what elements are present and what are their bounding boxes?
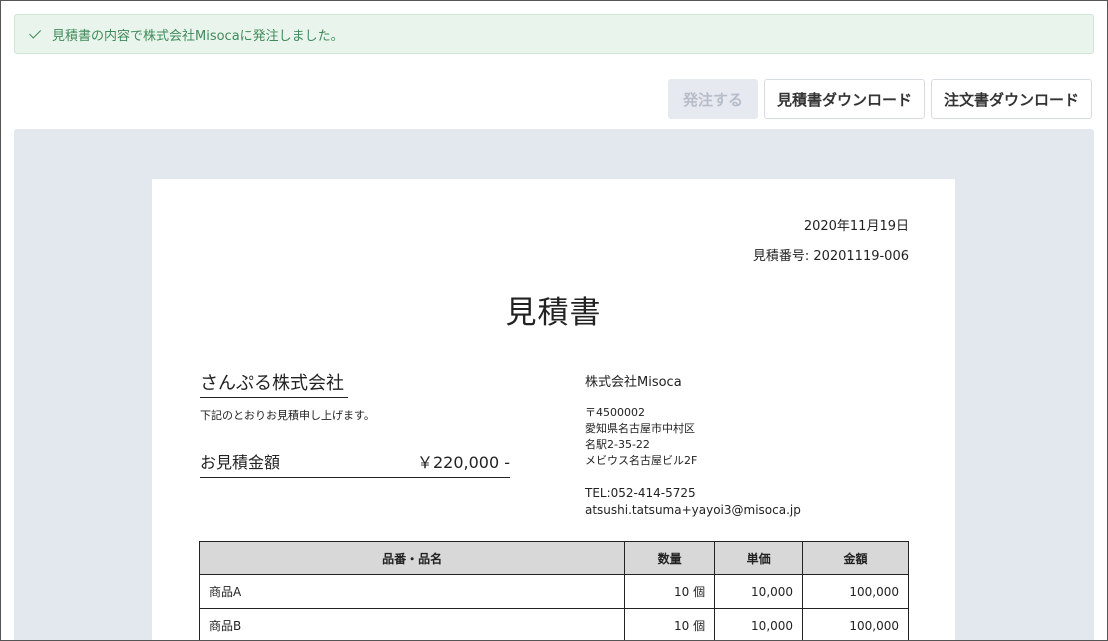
table-header-row: 品番・品名 数量 単価 金額 (198, 541, 909, 575)
issuer-name: 株式会社Misoca (585, 375, 682, 390)
download-order-button[interactable]: 注文書ダウンロード (930, 79, 1092, 119)
issuer-contact: TEL:052-414-5725 atsushi.tatsuma+yayoi3@… (585, 485, 801, 519)
cell-amount: 100,000 (802, 574, 909, 609)
app-frame: 見積書の内容で株式会社Misocaに発注しました。 発注する 見積書ダウンロード… (0, 0, 1108, 641)
estimate-number: 見積番号: 20201119-006 (752, 249, 909, 264)
table-row: 商品A 10 個 10,000 100,000 (198, 574, 909, 609)
cell-item-name: 商品B (198, 608, 626, 640)
download-estimate-button[interactable]: 見積書ダウンロード (763, 79, 925, 119)
cell-unit-price: 10,000 (714, 574, 804, 609)
cell-amount: 100,000 (802, 608, 909, 640)
issuer-tel: TEL:052-414-5725 (585, 486, 696, 500)
success-alert: 見積書の内容で株式会社Misocaに発注しました。 (14, 14, 1094, 54)
cell-item-name: 商品A (198, 574, 626, 609)
header-amount: 金額 (802, 541, 909, 575)
cell-quantity: 10 個 (624, 574, 716, 609)
items-table: 品番・品名 数量 単価 金額 商品A 10 個 10,000 100,000 商… (198, 541, 909, 640)
header-unit-price: 単価 (714, 541, 804, 575)
alert-message: 見積書の内容で株式会社Misocaに発注しました。 (52, 28, 344, 44)
cell-unit-price: 10,000 (714, 608, 804, 640)
document-title: 見積書 (505, 295, 602, 331)
estimate-paper: 2020年11月19日 見積番号: 20201119-006 見積書 さんぷる株… (152, 179, 955, 640)
check-icon (29, 26, 42, 39)
document-viewer[interactable]: 2020年11月19日 見積番号: 20201119-006 見積書 さんぷる株… (14, 129, 1094, 640)
issuer-address-line3: メビウス名古屋ビル2F (585, 454, 698, 467)
total-amount-row: お見積金額 ￥220,000 - (200, 449, 510, 478)
issuer-address: 〒4500002 愛知県名古屋市中村区 名駅2-35-22 メビウス名古屋ビル2… (585, 405, 697, 469)
issue-date: 2020年11月19日 (803, 219, 909, 234)
order-button[interactable]: 発注する (667, 79, 758, 119)
action-toolbar: 発注する 見積書ダウンロード 注文書ダウンロード (667, 79, 1092, 119)
intro-text: 下記のとおりお見積申し上げます。 (200, 409, 375, 422)
header-item-name: 品番・品名 (198, 541, 626, 575)
cell-quantity: 10 個 (624, 608, 716, 640)
issuer-address-line1: 愛知県名古屋市中村区 (585, 422, 695, 435)
table-row: 商品B 10 個 10,000 100,000 (198, 608, 909, 640)
header-quantity: 数量 (624, 541, 716, 575)
total-label: お見積金額 (200, 453, 281, 472)
issuer-email: atsushi.tatsuma+yayoi3@misoca.jp (585, 503, 801, 517)
issuer-postal: 〒4500002 (585, 406, 645, 419)
total-value: ￥220,000 - (416, 453, 510, 472)
issuer-address-line2: 名駅2-35-22 (585, 438, 650, 451)
client-name: さんぷる株式会社 (200, 369, 348, 398)
